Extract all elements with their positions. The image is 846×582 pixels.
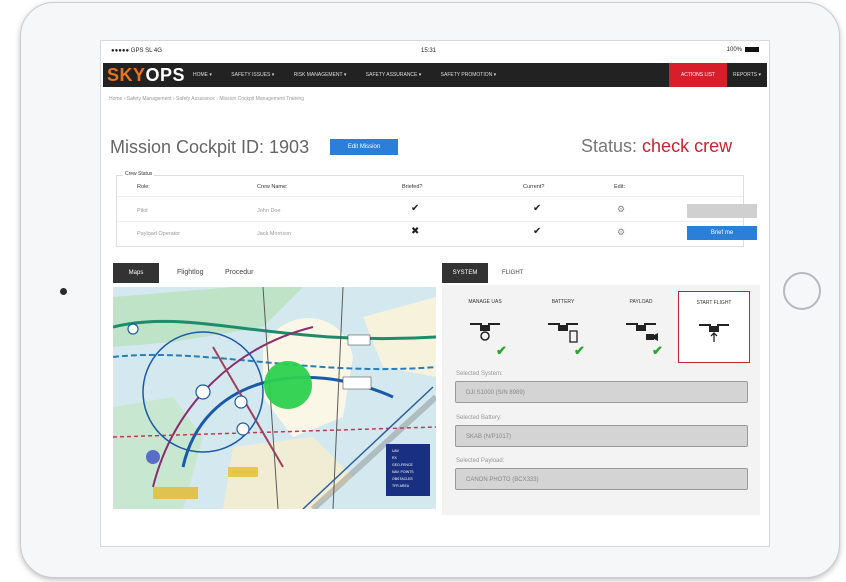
row-divider [117, 196, 743, 197]
top-navbar: SKYOPS HOME ▾ SAFETY ISSUES ▾ RISK MANAG… [103, 63, 767, 87]
crew-role-payload: Payload Operator [137, 231, 181, 237]
crew-role-pilot: Pilot [137, 208, 148, 214]
nav-item-reports[interactable]: REPORTS ▾ [733, 72, 761, 78]
selected-payload-label: Selected Payload: [456, 458, 505, 464]
check-icon: ✔ [652, 343, 663, 358]
briefed-cross-icon: ✖ [411, 226, 420, 237]
crew-name-pilot: John Doe [257, 208, 281, 214]
nav-item-home[interactable]: HOME ▾ [193, 72, 212, 78]
check-icon: ✔ [496, 343, 507, 358]
header-crew-name: Crew Name: [257, 184, 288, 190]
current-check-icon: ✔ [533, 203, 542, 214]
battery-text: 100% [726, 47, 742, 54]
battery-icon [745, 47, 759, 52]
page-title: Mission Cockpit ID: 1903 [110, 137, 310, 157]
nav-item-safety-issues[interactable]: SAFETY ISSUES ▾ [231, 72, 274, 78]
selected-system-label: Selected System: [456, 371, 503, 377]
actions-list-button[interactable]: ACTIONS LIST [669, 63, 727, 87]
edit-gear-icon[interactable]: ⚙ [617, 227, 625, 238]
drone-icon [470, 323, 500, 341]
tab-system[interactable]: SYSTEM [442, 263, 488, 283]
card-title: START FLIGHT [696, 300, 732, 306]
row-action-button-disabled [687, 204, 757, 218]
map-legend: UAV RX GEO-FENCE NAV. POINTS OBSTACLES T… [386, 444, 430, 496]
legend-item: OBSTACLES [392, 477, 413, 481]
tab-flight[interactable]: FLIGHT [502, 270, 523, 276]
logo-sky: SKY [107, 65, 146, 85]
tab-flightlog[interactable]: Flightlog [177, 269, 203, 276]
header-edit: Edit: [614, 184, 626, 190]
breadcrumb[interactable]: Home › Safety Management › Safety Assura… [109, 96, 304, 102]
card-title: BATTERY [551, 299, 575, 305]
current-check-icon: ✔ [533, 226, 542, 237]
row-divider [117, 221, 743, 222]
aeronautical-map[interactable]: UAV RX GEO-FENCE NAV. POINTS OBSTACLES T… [113, 287, 436, 509]
legend-item: GEO-FENCE [392, 463, 413, 467]
selected-system-field[interactable]: DJI S1000 (S/N 8989) [455, 381, 748, 403]
left-tabs: Maps Flightlog Procedur [113, 263, 433, 283]
card-title: PAYLOAD [629, 299, 653, 305]
card-title: MANAGE UAS [468, 299, 502, 305]
main-menu: HOME ▾ SAFETY ISSUES ▾ RISK MANAGEMENT ▾… [193, 72, 514, 78]
crew-status-legend: Crew Status [123, 171, 155, 177]
right-tabs: SYSTEM FLIGHT [442, 263, 762, 283]
edit-mission-button[interactable]: Edit Mission [330, 139, 398, 155]
payload-card[interactable]: PAYLOAD ✔ [606, 291, 676, 361]
edit-gear-icon[interactable]: ⚙ [617, 204, 625, 215]
drone-camera-icon [626, 323, 658, 341]
header-briefed: Briefed? [402, 184, 423, 190]
home-button[interactable] [783, 272, 821, 310]
battery-card[interactable]: BATTERY ✔ [528, 291, 598, 361]
battery-indicator: 100% [727, 47, 759, 53]
status-value: check crew [642, 136, 733, 156]
manage-uas-card[interactable]: MANAGE UAS ✔ [450, 291, 520, 361]
nav-item-risk-management[interactable]: RISK MANAGEMENT ▾ [294, 72, 347, 78]
start-flight-card[interactable]: START FLIGHT [678, 291, 750, 363]
drone-takeoff-icon [699, 324, 729, 342]
header-current: Current? [523, 184, 545, 190]
mission-status: Status: check crew [581, 136, 732, 157]
device-status-bar: ●●●●● GPS SL 4G 15:31 100% [101, 41, 769, 59]
system-panel: MANAGE UAS ✔ BATTERY ✔ PAYLOAD ✔ START F… [442, 285, 760, 515]
nav-item-safety-promotion[interactable]: SAFETY PROMOTION ▾ [441, 72, 496, 78]
legend-item: NAV. POINTS [392, 470, 414, 474]
camera [60, 288, 67, 295]
briefed-check-icon: ✔ [411, 203, 420, 214]
legend-item: RX [392, 456, 397, 460]
nav-item-safety-assurance[interactable]: SAFETY ASSURANCE ▾ [366, 72, 422, 78]
carrier-text: ●●●●● GPS SL 4G [111, 48, 162, 54]
tab-maps[interactable]: Maps [113, 263, 159, 283]
check-icon: ✔ [574, 343, 585, 358]
selected-battery-field[interactable]: SKAB (N/P1017) [455, 425, 748, 447]
app-screen: ●●●●● GPS SL 4G 15:31 100% SKYOPS HOME ▾… [100, 40, 770, 547]
skyops-logo[interactable]: SKYOPS [107, 65, 185, 86]
tab-procedures[interactable]: Procedur [225, 269, 253, 276]
crew-name-payload: Jack Morrison [257, 231, 292, 237]
selected-battery-label: Selected Battery: [456, 415, 502, 421]
brief-me-button[interactable]: Brief me [687, 226, 757, 240]
legend-item: TFR AREA [392, 484, 410, 488]
clock-text: 15:31 [421, 48, 437, 54]
crew-status-panel: Crew Status Role: Crew Name: Briefed? Cu… [116, 171, 757, 247]
logo-ops: OPS [145, 65, 186, 85]
legend-item: UAV [392, 449, 399, 453]
selected-payload-field[interactable]: CANON PHOTO (BCX333) [455, 468, 748, 490]
drone-battery-icon [548, 323, 578, 343]
header-role: Role: [137, 184, 150, 190]
status-label: Status: [581, 136, 638, 156]
